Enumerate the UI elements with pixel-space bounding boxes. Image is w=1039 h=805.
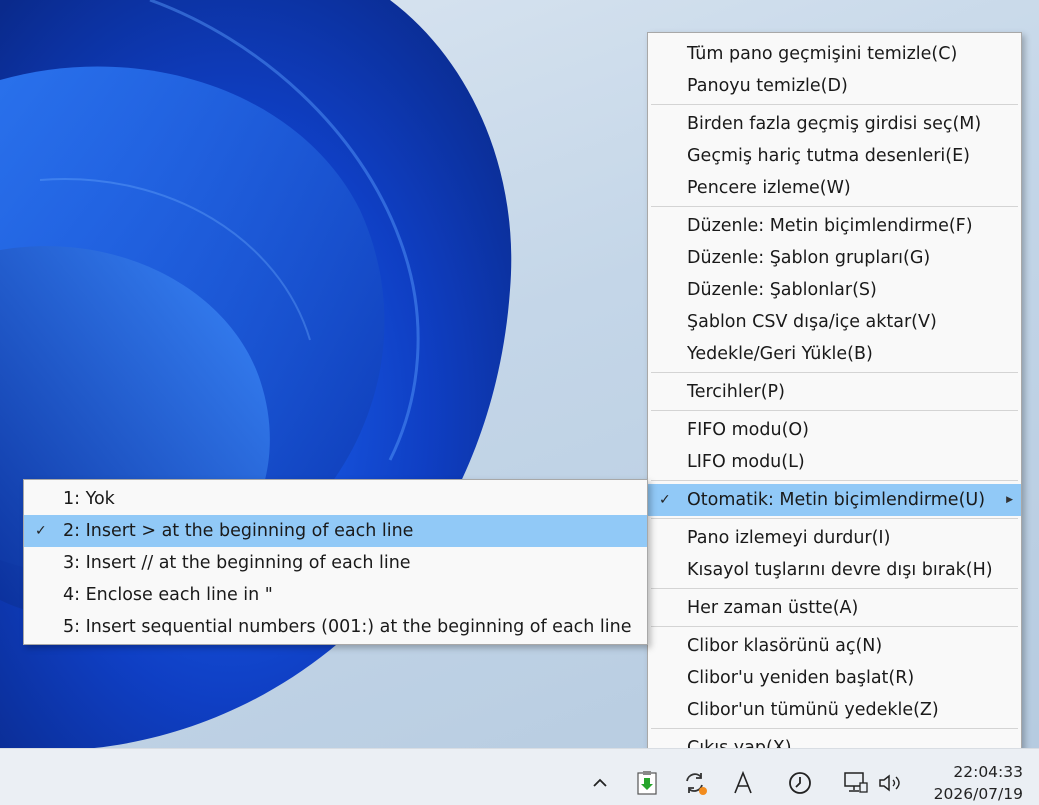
menu-separator xyxy=(651,104,1018,105)
menu-item-label: Geçmiş hariç tutma desenleri(E) xyxy=(687,146,970,166)
submenu-item[interactable]: 5: Insert sequential numbers (001:) at t… xyxy=(24,611,647,643)
network-icon[interactable] xyxy=(842,769,870,797)
submenu-item[interactable]: 3: Insert // at the beginning of each li… xyxy=(24,547,647,579)
submenu-item-label: 2: Insert > at the beginning of each lin… xyxy=(63,521,414,541)
menu-item[interactable]: FIFO modu(O) xyxy=(648,414,1021,446)
menu-item-label: FIFO modu(O) xyxy=(687,420,810,440)
checkmark-icon: ✓ xyxy=(659,492,671,508)
menu-item[interactable]: Her zaman üstte(A) xyxy=(648,592,1021,624)
menu-item-label: Yedekle/Geri Yükle(B) xyxy=(687,344,873,364)
menu-item-label: Kısayol tuşlarını devre dışı bırak(H) xyxy=(687,560,993,580)
submenu-arrow-icon: ▶ xyxy=(1006,495,1013,505)
menu-item-label: Düzenle: Şablon grupları(G) xyxy=(687,248,931,268)
menu-item[interactable]: Şablon CSV dışa/içe aktar(V) xyxy=(648,306,1021,338)
checkmark-icon: ✓ xyxy=(35,523,47,539)
menu-item-auto-format[interactable]: ✓ ▶ Otomatik: Metin biçimlendirme(U) xyxy=(648,484,1021,516)
submenu-item-label: 3: Insert // at the beginning of each li… xyxy=(63,553,411,573)
font-icon[interactable] xyxy=(729,769,757,797)
menu-item-label: Düzenle: Şablonlar(S) xyxy=(687,280,877,300)
menu-separator xyxy=(651,480,1018,481)
menu-item[interactable]: Tüm pano geçmişini temizle(C) xyxy=(648,38,1021,70)
menu-item-label: Otomatik: Metin biçimlendirme(U) xyxy=(687,490,986,510)
submenu-item-label: 1: Yok xyxy=(63,489,115,509)
menu-item[interactable]: Pencere izleme(W) xyxy=(648,172,1021,204)
menu-item-label: Pano izlemeyi durdur(I) xyxy=(687,528,891,548)
menu-item[interactable]: Clibor'u yeniden başlat(R) xyxy=(648,662,1021,694)
menu-item-label: Her zaman üstte(A) xyxy=(687,598,859,618)
menu-item[interactable]: Düzenle: Şablon grupları(G) xyxy=(648,242,1021,274)
sync-icon[interactable] xyxy=(681,769,709,797)
menu-separator xyxy=(651,728,1018,729)
system-clock[interactable]: 22:04:33 2026/07/19 xyxy=(934,761,1023,805)
menu-item[interactable]: LIFO modu(L) xyxy=(648,446,1021,478)
menu-item[interactable]: Düzenle: Şablonlar(S) xyxy=(648,274,1021,306)
volume-icon[interactable] xyxy=(876,769,904,797)
menu-item-label: Pencere izleme(W) xyxy=(687,178,851,198)
menu-item-label: Düzenle: Metin biçimlendirme(F) xyxy=(687,216,973,236)
submenu-item-label: 4: Enclose each line in " xyxy=(63,585,273,605)
clock-date: 2026/07/19 xyxy=(933,785,1023,803)
menu-separator xyxy=(651,372,1018,373)
submenu-item[interactable]: 1: Yok xyxy=(24,483,647,515)
context-menu: Tüm pano geçmişini temizle(C) Panoyu temi… xyxy=(647,32,1022,764)
menu-item-label: Clibor klasörünü aç(N) xyxy=(687,636,883,656)
menu-separator xyxy=(651,410,1018,411)
submenu-item[interactable]: 4: Enclose each line in " xyxy=(24,579,647,611)
clock-time: 22:04:33 xyxy=(953,763,1023,781)
menu-item[interactable]: Clibor'un tümünü yedekle(Z) xyxy=(648,694,1021,726)
menu-item-label: Clibor'un tümünü yedekle(Z) xyxy=(687,700,939,720)
menu-item[interactable]: Clibor klasörünü aç(N) xyxy=(648,630,1021,662)
menu-item-label: Tüm pano geçmişini temizle(C) xyxy=(687,44,958,64)
clock-icon[interactable] xyxy=(786,769,814,797)
menu-separator xyxy=(651,206,1018,207)
menu-item-label: Clibor'u yeniden başlat(R) xyxy=(687,668,915,688)
menu-item[interactable]: Kısayol tuşlarını devre dışı bırak(H) xyxy=(648,554,1021,586)
menu-item[interactable]: Pano izlemeyi durdur(I) xyxy=(648,522,1021,554)
menu-separator xyxy=(651,518,1018,519)
submenu-item-label: 5: Insert sequential numbers (001:) at t… xyxy=(63,617,632,637)
text-format-submenu: 1: Yok ✓ 2: Insert > at the beginning of e… xyxy=(23,479,648,645)
menu-item-label: Birden fazla geçmiş girdisi seç(M) xyxy=(687,114,982,134)
menu-item[interactable]: Tercihler(P) xyxy=(648,376,1021,408)
menu-item[interactable]: Birden fazla geçmiş girdisi seç(M) xyxy=(648,108,1021,140)
menu-item[interactable]: Düzenle: Metin biçimlendirme(F) xyxy=(648,210,1021,242)
menu-item-label: Şablon CSV dışa/içe aktar(V) xyxy=(687,312,937,332)
menu-item[interactable]: Geçmiş hariç tutma desenleri(E) xyxy=(648,140,1021,172)
menu-item[interactable]: Yedekle/Geri Yükle(B) xyxy=(648,338,1021,370)
taskbar: 22:04:33 2026/07/19 xyxy=(0,748,1039,805)
menu-item-label: Panoyu temizle(D) xyxy=(687,76,848,96)
submenu-item[interactable]: ✓ 2: Insert > at the beginning of each li… xyxy=(24,515,647,547)
menu-separator xyxy=(651,626,1018,627)
menu-item-label: LIFO modu(L) xyxy=(687,452,805,472)
chevron-up-icon[interactable] xyxy=(586,769,614,797)
clibor-icon[interactable] xyxy=(633,769,661,797)
menu-item[interactable]: Panoyu temizle(D) xyxy=(648,70,1021,102)
menu-item-label: Tercihler(P) xyxy=(687,382,785,402)
menu-separator xyxy=(651,588,1018,589)
